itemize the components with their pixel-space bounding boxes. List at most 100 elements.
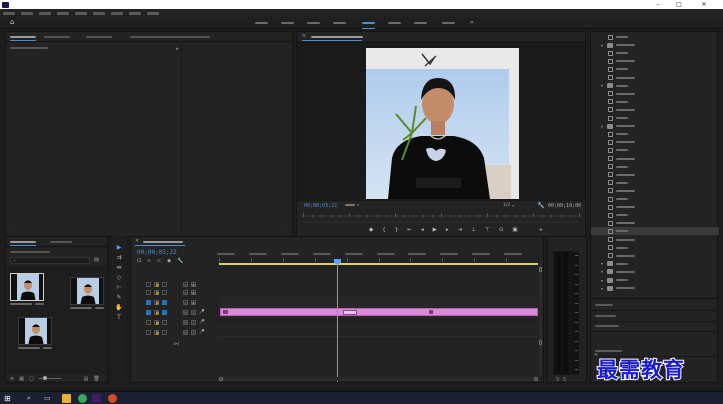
workspace-tab[interactable] [250, 17, 274, 29]
lock-icon[interactable]: 🔒 [154, 320, 159, 325]
effect-item[interactable] [591, 49, 719, 57]
windows-icon[interactable]: ⊞ [4, 394, 13, 403]
sync-lock-icon[interactable]: M [183, 320, 188, 325]
source-patch-button[interactable] [146, 310, 151, 315]
video-track-1[interactable] [219, 298, 538, 307]
add-marker-icon[interactable]: ◆ [369, 227, 373, 233]
step-forward-icon[interactable]: ▸ [446, 227, 449, 233]
effect-item[interactable] [591, 90, 719, 98]
video-clip[interactable] [220, 308, 538, 316]
clip-thumbnail[interactable] [70, 277, 104, 305]
track-select-tool-icon[interactable]: ⇉ [115, 254, 123, 262]
wechat-icon[interactable] [78, 394, 87, 403]
zoom-slider[interactable] [38, 376, 61, 380]
workspace-tab[interactable] [302, 17, 326, 29]
solo-right-button[interactable]: S [563, 377, 566, 383]
effect-item[interactable] [591, 57, 719, 65]
track-target-button[interactable] [162, 310, 167, 315]
effect-item[interactable] [591, 187, 719, 195]
add-button[interactable]: + [539, 227, 544, 233]
ripple-edit-tool-icon[interactable]: ⇹ [115, 264, 123, 272]
effects-section[interactable] [595, 350, 622, 352]
tab-source-3[interactable] [130, 32, 216, 41]
wrench-icon[interactable]: 🔧 [177, 258, 183, 264]
resolution-dropdown[interactable]: 1/2 ▾ [503, 203, 514, 208]
effect-item[interactable] [591, 227, 719, 236]
audio-track-3[interactable] [219, 328, 538, 337]
freeform-view-icon[interactable]: ▢ [29, 376, 34, 382]
program-zoom-bar[interactable] [303, 221, 579, 223]
chrome-icon[interactable] [108, 394, 117, 403]
tab-source-2[interactable] [86, 32, 118, 41]
workspaces-overflow-button[interactable]: » [470, 19, 474, 26]
effects-folder[interactable]: ▾ [591, 41, 719, 49]
go-to-in-icon[interactable]: ⇤ [407, 227, 412, 233]
add-marker-icon[interactable]: ◆ [167, 258, 171, 264]
effect-item[interactable] [591, 74, 719, 82]
audio-track-2[interactable] [219, 318, 538, 327]
menu-item[interactable] [93, 11, 105, 15]
effects-folder[interactable]: ▾ [591, 284, 719, 292]
workspace-tab[interactable] [409, 17, 433, 29]
razor-tool-icon[interactable]: ◇ [115, 274, 123, 282]
master-keyframe-icon[interactable]: ⊳| [174, 342, 179, 347]
mark-out-icon[interactable]: } [395, 227, 399, 233]
play-icon[interactable]: ▶ [433, 227, 437, 233]
timeline-current-time[interactable]: 00;00;03;22 [137, 249, 177, 256]
type-tool-icon[interactable]: T [115, 314, 123, 322]
sync-lock-icon[interactable]: ▭ [183, 290, 188, 295]
linked-selection-icon[interactable]: ⊂ [157, 258, 161, 264]
eye-icon[interactable]: ◉ [191, 300, 196, 305]
effect-item[interactable] [591, 211, 719, 219]
menu-item[interactable] [21, 11, 33, 15]
track-target-button[interactable] [162, 330, 167, 335]
tab-source-1[interactable] [44, 32, 76, 41]
new-bin-icon[interactable]: ▤ [94, 257, 99, 263]
effect-item[interactable] [591, 236, 719, 244]
sync-lock-icon[interactable]: M [183, 330, 188, 335]
timeline-vertical-scrollbar[interactable] [539, 263, 542, 375]
file-explorer-icon[interactable] [62, 394, 71, 403]
menu-item[interactable] [57, 11, 69, 15]
effect-item[interactable] [591, 219, 719, 227]
menu-item[interactable] [39, 11, 51, 15]
workspace-tab[interactable] [276, 17, 300, 29]
menu-item[interactable] [75, 11, 87, 15]
effect-item[interactable] [591, 138, 719, 146]
sync-lock-icon[interactable]: ▭ [183, 282, 188, 287]
home-icon[interactable]: ⌂ [10, 18, 14, 26]
minimize-button[interactable]: – [651, 0, 665, 9]
fit-dropdown[interactable]: ▾ [345, 203, 359, 207]
menu-item[interactable] [3, 11, 15, 15]
workspace-tab[interactable] [437, 17, 461, 29]
trash-icon[interactable]: 🗑 [93, 376, 99, 382]
work-area-bar[interactable] [219, 263, 538, 265]
sync-lock-icon[interactable]: ▭ [183, 300, 188, 305]
workspace-tab[interactable] [328, 17, 352, 29]
effect-item[interactable] [591, 203, 719, 211]
effects-section[interactable] [595, 304, 613, 306]
workspace-tab[interactable] [357, 17, 381, 29]
clip-thumbnail[interactable] [18, 317, 52, 345]
timeline-horizontal-scrollbar[interactable] [219, 377, 538, 381]
effects-folder[interactable]: ▾ [591, 276, 719, 284]
voice-over-mic-icon[interactable]: 🎤 [199, 310, 205, 315]
menu-item[interactable] [129, 11, 141, 15]
effects-folder[interactable]: ▾ [591, 122, 719, 130]
transition-effect-marker[interactable] [343, 310, 357, 315]
project-search-input[interactable]: ⌕ [10, 257, 90, 264]
track-target-button[interactable] [162, 282, 167, 287]
track-target-button[interactable] [162, 300, 167, 305]
timeline-playhead[interactable] [337, 259, 339, 382]
maximize-button[interactable]: □ [672, 0, 686, 9]
voice-over-mic-icon[interactable]: 🎤 [199, 330, 205, 335]
effect-item[interactable] [591, 171, 719, 179]
effect-item[interactable] [591, 155, 719, 163]
mark-in-icon[interactable]: { [382, 227, 386, 233]
close-button[interactable]: ✕ [697, 0, 711, 9]
sync-lock-icon[interactable]: M [183, 310, 188, 315]
effects-section[interactable] [595, 325, 619, 327]
workspace-tab[interactable] [383, 17, 407, 29]
source-patch-button[interactable] [146, 330, 151, 335]
effect-item[interactable] [591, 163, 719, 171]
